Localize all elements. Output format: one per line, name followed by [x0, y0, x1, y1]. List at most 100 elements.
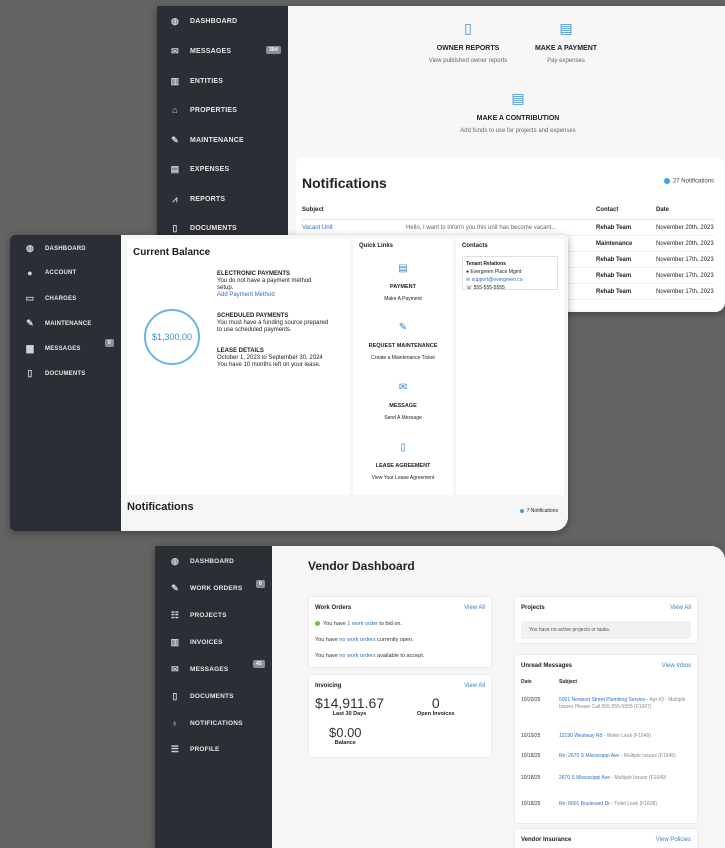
- sidebar-item-label: MAINTENANCE: [45, 320, 92, 327]
- wrench-icon: ✎: [398, 322, 408, 333]
- sidebar-item-label: DOCUMENTS: [190, 693, 234, 700]
- work-order-link[interactable]: no work orders: [339, 637, 375, 643]
- phone-icon: ☏: [466, 285, 474, 291]
- sidebar-item-documents[interactable]: ▯ DOCUMENTS: [169, 691, 234, 702]
- column-header-date: Date: [656, 207, 714, 220]
- page-title: Vendor Dashboard: [308, 559, 415, 573]
- contact-phone[interactable]: ☏ 555-555-5555: [466, 284, 554, 292]
- unread-messages-card: Unread Messages View Inbox Date Subject 1…: [514, 654, 698, 824]
- table-row[interactable]: Vacant Unit Hello, I want to inform you t…: [302, 219, 714, 236]
- view-inbox-link[interactable]: View Inbox: [662, 663, 691, 669]
- view-policies-link[interactable]: View Policies: [656, 837, 691, 843]
- invoicing-view-all-link[interactable]: View All: [464, 683, 485, 689]
- dashboard-icon: ◍: [170, 556, 180, 566]
- sidebar-item-label: MESSAGES: [190, 48, 232, 55]
- notification-contact: Rehab Team: [596, 283, 656, 300]
- sidebar-item-dashboard[interactable]: ◍ DASHBOARD: [24, 243, 86, 254]
- notification-date: November 17th, 2023: [656, 267, 714, 284]
- mail-icon: ✉: [171, 46, 179, 56]
- sidebar-item-charges[interactable]: ▭ CHARGES: [24, 293, 77, 304]
- message-count-badge: 384: [266, 46, 281, 54]
- sidebar-item-label: WORK ORDERS: [190, 585, 243, 592]
- projects-view-all-link[interactable]: View All: [670, 605, 691, 611]
- invoicing-card: Invoicing View All $14,911.67 Last 30 Da…: [308, 674, 492, 758]
- invoice-icon: ▥: [170, 637, 180, 647]
- quick-link-request-maintenance[interactable]: ✎ REQUEST MAINTENANCE Create a Maintenance…: [358, 322, 448, 361]
- document-icon: ▯: [172, 691, 178, 701]
- dashboard-icon: ◍: [25, 243, 35, 253]
- message-row[interactable]: 10/19/25 12190 Westway Rd - Water Leak (F…: [521, 733, 701, 740]
- sidebar-item-label: DOCUMENTS: [190, 225, 237, 232]
- quick-link-payment[interactable]: ▤ PAYMENT Make A Payment: [358, 263, 448, 302]
- vendor-sidebar: ◍ DASHBOARD ✎ WORK ORDERS 0 ☷ PROJECTS ▥ INVO…: [155, 546, 272, 848]
- building-icon: ▥: [170, 76, 180, 86]
- notification-contact: Rehab Team: [596, 251, 656, 268]
- vendor-insurance-title: Vendor Insurance: [521, 837, 572, 843]
- work-orders-open-line: You have no work orders currently open.: [315, 637, 414, 643]
- work-order-link[interactable]: no work orders: [339, 653, 375, 659]
- owner-reports-action[interactable]: ▯ OWNER REPORTS View published owner rep…: [418, 20, 518, 64]
- sidebar-item-label: REPORTS: [190, 196, 226, 203]
- sidebar-item-account[interactable]: ● ACCOUNT: [24, 268, 76, 278]
- sidebar-item-label: DOCUMENTS: [45, 370, 86, 377]
- message-row[interactable]: 10/18/25 Re: 8001 Boulevard Dr - Toilet L…: [521, 801, 701, 808]
- balance-amount: $1,300.00: [144, 309, 200, 365]
- notification-count: 7 Notifications: [519, 508, 558, 514]
- sidebar-item-messages[interactable]: ✉ MESSAGES 384: [169, 46, 281, 57]
- sidebar-item-projects[interactable]: ☷ PROJECTS: [169, 610, 227, 621]
- sidebar-item-invoices[interactable]: ▥ INVOICES: [169, 637, 223, 648]
- wrench-icon: ✎: [171, 135, 179, 145]
- sidebar-item-properties[interactable]: ⌂ PROPERTIES: [169, 105, 237, 115]
- sidebar-item-expenses[interactable]: ▤ EXPENSES: [169, 164, 230, 175]
- sidebar-item-dashboard[interactable]: ◍ DASHBOARD: [169, 556, 234, 567]
- notification-date: November 17th, 2023: [656, 283, 714, 300]
- notification-date: November 20th, 2023: [656, 235, 714, 252]
- notification-subject[interactable]: Vacant Unit: [302, 219, 406, 236]
- action-subtitle: Pay expenses: [547, 58, 585, 64]
- message-row[interactable]: 10/20/25 5001 Newport Street Plumbing Ser…: [521, 697, 701, 711]
- vendor-main: Vendor Dashboard Work Orders View All Yo…: [272, 546, 725, 848]
- quick-link-lease-agreement[interactable]: ▯ LEASE AGREEMENT View Your Lease Agreemen…: [358, 442, 448, 481]
- sidebar-item-entities[interactable]: ▥ ENTITIES: [169, 76, 223, 87]
- document-icon: ▯: [464, 20, 472, 36]
- sidebar-item-label: ENTITIES: [190, 78, 224, 85]
- contacts-title: Contacts: [462, 243, 488, 249]
- status-dot: [663, 178, 670, 184]
- lease-details-info: LEASE DETAILS October 1, 2023 to Septemb…: [217, 348, 323, 368]
- make-payment-action[interactable]: ▤ MAKE A PAYMENT Pay expenses: [516, 20, 616, 64]
- sidebar-item-documents[interactable]: ▯ DOCUMENTS: [169, 223, 237, 234]
- invoicing-last-30-days: $14,911.67 Last 30 Days: [315, 695, 385, 717]
- message-row[interactable]: 10/18/25 2670 S Mississippi Ave - Multipl…: [521, 775, 701, 782]
- unread-messages-title: Unread Messages: [521, 663, 573, 669]
- quick-link-message[interactable]: ✉ MESSAGE Send A Message: [358, 382, 448, 421]
- notifications-title: Notifications: [127, 501, 194, 513]
- work-order-count-badge: 0: [256, 580, 265, 588]
- work-order-link[interactable]: 1 work order: [347, 621, 378, 627]
- sidebar-item-maintenance[interactable]: ✎ MAINTENANCE: [169, 135, 244, 146]
- sidebar-item-messages[interactable]: ▆ MESSAGES 0: [24, 339, 114, 354]
- work-orders-accept-line: You have no work orders available to acc…: [315, 653, 425, 659]
- make-contribution-action[interactable]: ▤ MAKE A CONTRIBUTION Add funds to use f…: [428, 90, 608, 134]
- tenant-main: Current Balance $1,300.00 ELECTRONIC PAY…: [121, 235, 568, 531]
- add-payment-method-link[interactable]: Add Payment Method: [217, 292, 329, 299]
- sidebar-item-label: INVOICES: [190, 639, 223, 646]
- sidebar-item-dashboard[interactable]: ◍ DASHBOARD: [169, 16, 237, 27]
- wrench-icon: ✎: [26, 318, 34, 328]
- contact-email[interactable]: ✉ support@evergreen.co: [466, 276, 554, 284]
- sidebar-item-work-orders[interactable]: ✎ WORK ORDERS 0: [169, 580, 265, 594]
- action-subtitle: Add funds to use for projects and expens…: [460, 128, 576, 134]
- sidebar-item-notifications[interactable]: ♁ NOTIFICATIONS: [169, 718, 243, 728]
- messages-header-row: Date Subject: [521, 679, 578, 685]
- invoicing-title: Invoicing: [315, 683, 342, 689]
- work-orders-view-all-link[interactable]: View All: [464, 605, 485, 611]
- sidebar-item-documents[interactable]: ▯ DOCUMENTS: [24, 368, 85, 379]
- scheduled-payments-info: SCHEDULED PAYMENTS You must have a fundi…: [217, 313, 329, 333]
- sidebar-item-profile[interactable]: ☰ PROFILE: [169, 744, 220, 755]
- balance-title: Current Balance: [133, 247, 211, 258]
- document-icon: ▯: [172, 223, 178, 233]
- sidebar-item-reports[interactable]: ⩘ REPORTS: [169, 194, 225, 205]
- sidebar-item-maintenance[interactable]: ✎ MAINTENANCE: [24, 318, 92, 329]
- message-row[interactable]: 10/18/25 Re: 2670 S Mississippi Ave - Mul…: [521, 753, 701, 760]
- sidebar-item-messages[interactable]: ✉ MESSAGES 45: [169, 660, 265, 675]
- open-invoices: 0 Open Invoices: [417, 695, 455, 717]
